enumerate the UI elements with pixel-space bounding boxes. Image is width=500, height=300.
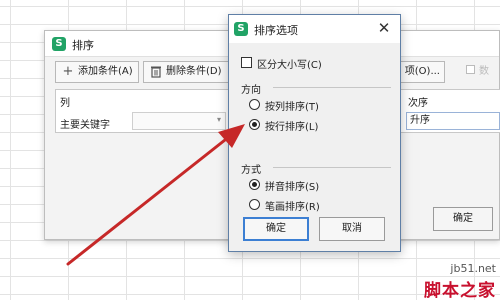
watermark-site: jb51.net [450,262,496,275]
watermark-brand: 脚本之家 [424,281,496,300]
annotation-arrow [66,124,245,266]
